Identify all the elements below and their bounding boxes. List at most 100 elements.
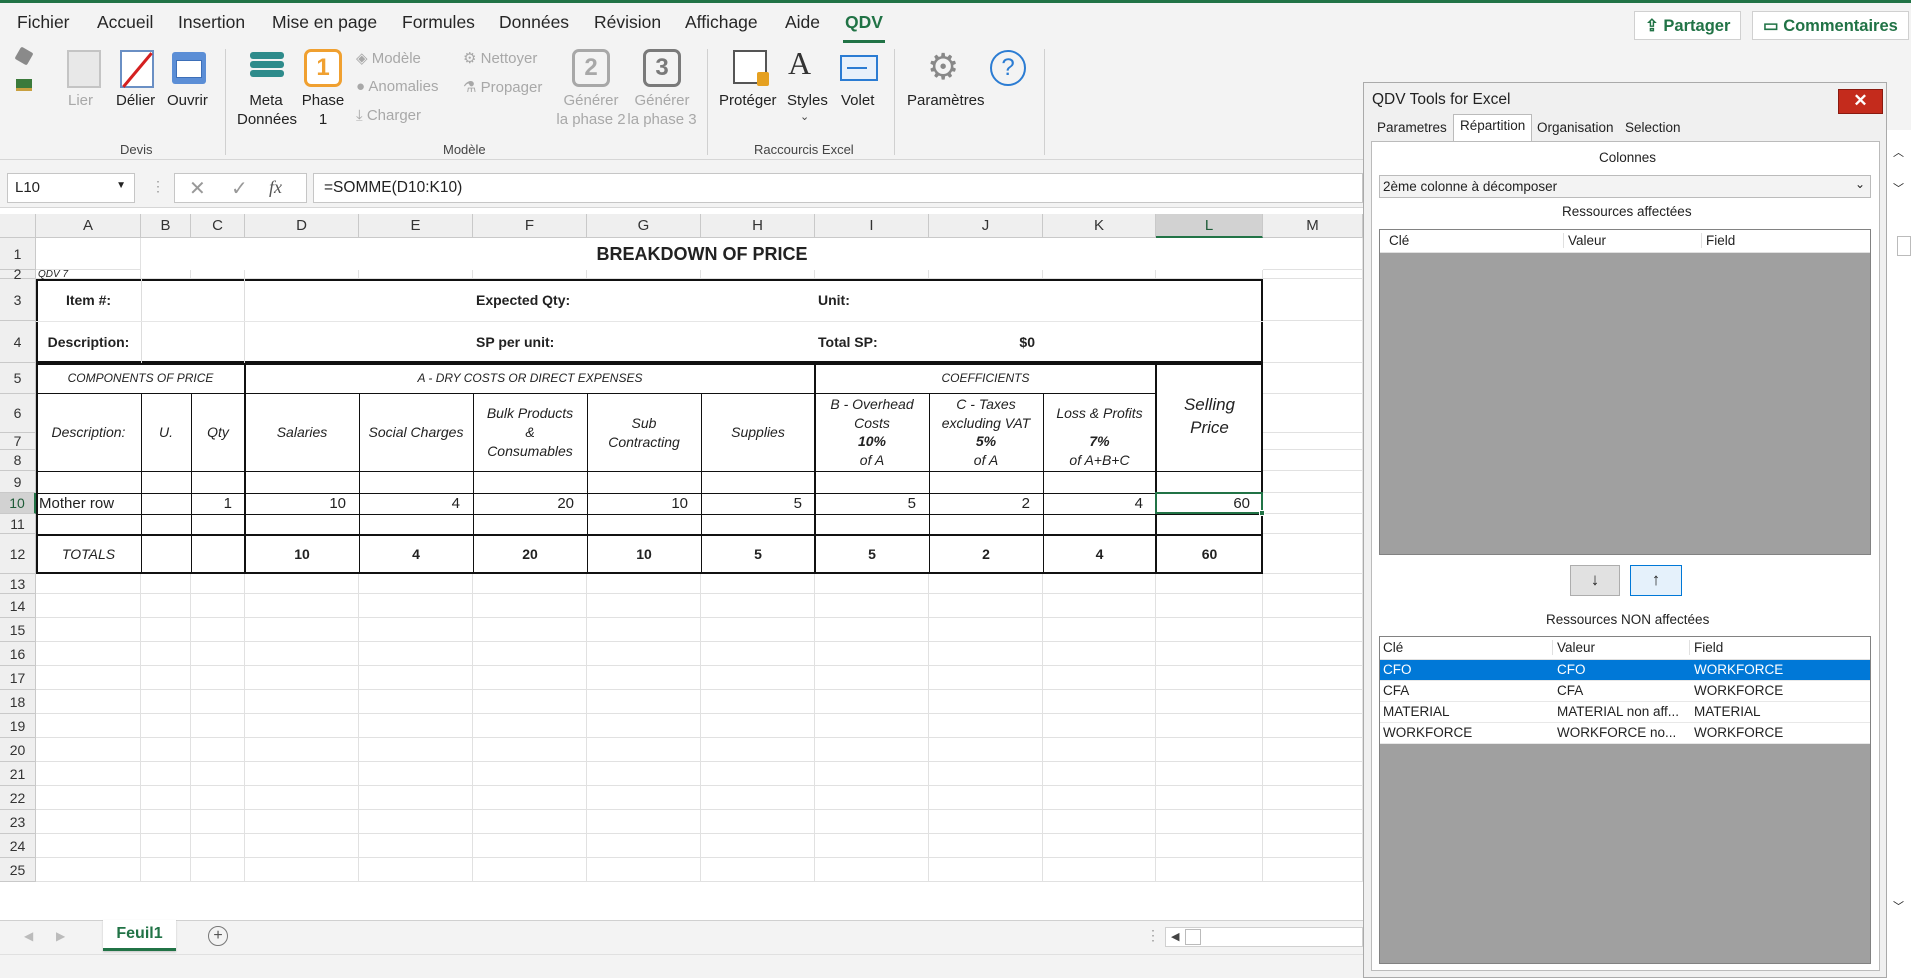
grid-cell[interactable] bbox=[1263, 786, 1363, 810]
select-all-corner[interactable] bbox=[0, 214, 36, 238]
grid-cell[interactable] bbox=[473, 810, 587, 834]
grid-cell[interactable] bbox=[587, 642, 701, 666]
grid-cell[interactable] bbox=[1263, 433, 1363, 450]
grid-cell[interactable] bbox=[141, 690, 191, 714]
scroll-down-icon[interactable]: ﹀ bbox=[1893, 898, 1904, 914]
generer-phase3-button[interactable]: Générer la phase 3 bbox=[626, 91, 698, 129]
grid-cell[interactable] bbox=[587, 270, 701, 279]
grid-cell[interactable] bbox=[1263, 574, 1363, 594]
grid-cell[interactable] bbox=[36, 238, 141, 270]
tab-selection[interactable]: Selection bbox=[1619, 117, 1687, 141]
grid-cell[interactable] bbox=[359, 618, 473, 642]
grid-cell[interactable] bbox=[1043, 666, 1156, 690]
grid-cell[interactable] bbox=[1156, 594, 1263, 618]
grid-cell[interactable] bbox=[36, 594, 141, 618]
grid-cell[interactable] bbox=[929, 858, 1043, 882]
grid-cell[interactable] bbox=[587, 594, 701, 618]
list-item[interactable]: CFO CFO WORKFORCE bbox=[1380, 660, 1870, 681]
grid-cell[interactable] bbox=[1263, 514, 1363, 534]
grid-cell[interactable] bbox=[36, 618, 141, 642]
help-icon[interactable]: ? bbox=[990, 50, 1026, 86]
grid-cell[interactable] bbox=[473, 618, 587, 642]
horizontal-scrollbar[interactable]: ◀ bbox=[1165, 927, 1363, 947]
grid-cell[interactable] bbox=[191, 714, 245, 738]
row-header-4[interactable]: 4 bbox=[0, 321, 36, 363]
grid-cell[interactable] bbox=[701, 714, 815, 738]
grid-cell[interactable] bbox=[141, 594, 191, 618]
grid-cell[interactable] bbox=[36, 714, 141, 738]
grid-cell[interactable] bbox=[191, 666, 245, 690]
grid-cell[interactable] bbox=[701, 666, 815, 690]
ressources-non-affectees-list[interactable]: Clé Valeur Field CFO CFO WORKFORCE CFA CFA WO… bbox=[1379, 636, 1871, 964]
grid-cell[interactable] bbox=[701, 834, 815, 858]
grid-cell[interactable] bbox=[473, 834, 587, 858]
grid-cell[interactable] bbox=[473, 574, 587, 594]
grid-cell[interactable] bbox=[245, 642, 359, 666]
cube-icon[interactable] bbox=[14, 46, 34, 66]
grid-cell[interactable] bbox=[815, 810, 929, 834]
grid-cell[interactable] bbox=[359, 270, 473, 279]
tab-parametres[interactable]: Parametres bbox=[1371, 117, 1453, 141]
grid-cell[interactable] bbox=[1043, 574, 1156, 594]
vertical-scrollbar[interactable]: ︿ ﹀ ﹀ bbox=[1887, 130, 1911, 926]
grid-cell[interactable] bbox=[1156, 270, 1263, 279]
grid-cell[interactable] bbox=[1043, 858, 1156, 882]
row-header-10[interactable]: 10 bbox=[0, 493, 36, 514]
lier-button[interactable]: Lier bbox=[68, 91, 93, 110]
row-header-6[interactable]: 6 bbox=[0, 394, 36, 433]
grid-cell[interactable] bbox=[929, 714, 1043, 738]
grid-cell[interactable] bbox=[1263, 279, 1363, 321]
row-header-3[interactable]: 3 bbox=[0, 279, 36, 321]
styles-button[interactable]: Styles bbox=[787, 91, 828, 110]
grid-cell[interactable] bbox=[1043, 714, 1156, 738]
grid-cell[interactable] bbox=[245, 714, 359, 738]
grid-cell[interactable] bbox=[141, 666, 191, 690]
grid-cell[interactable] bbox=[36, 642, 141, 666]
grid-cell[interactable] bbox=[359, 786, 473, 810]
row-header-18[interactable]: 18 bbox=[0, 690, 36, 714]
row-header-12[interactable]: 12 bbox=[0, 534, 36, 574]
ouvrir-button[interactable]: Ouvrir bbox=[167, 91, 208, 110]
column-header-b[interactable]: B bbox=[141, 214, 191, 238]
grid-cell[interactable] bbox=[587, 666, 701, 690]
grid-cell[interactable] bbox=[245, 762, 359, 786]
grid-cell[interactable] bbox=[701, 594, 815, 618]
grid-cell[interactable] bbox=[1156, 642, 1263, 666]
grid-cell[interactable] bbox=[815, 858, 929, 882]
column-header-m[interactable]: M bbox=[1263, 214, 1363, 238]
row-header-22[interactable]: 22 bbox=[0, 786, 36, 810]
grid-cell[interactable] bbox=[141, 834, 191, 858]
row-header-7[interactable]: 7 bbox=[0, 433, 36, 450]
grid-cell[interactable] bbox=[359, 762, 473, 786]
grid-cell[interactable] bbox=[701, 786, 815, 810]
grid-cell[interactable] bbox=[191, 738, 245, 762]
grid-cell[interactable] bbox=[245, 270, 359, 279]
grid-cell[interactable] bbox=[1263, 321, 1363, 363]
colonnes-dropdown[interactable]: 2ème colonne à décomposer ⌄ bbox=[1379, 175, 1871, 198]
grid-cell[interactable] bbox=[701, 690, 815, 714]
row-header-24[interactable]: 24 bbox=[0, 834, 36, 858]
grid-cell[interactable] bbox=[1156, 738, 1263, 762]
grid-cell[interactable] bbox=[191, 270, 245, 279]
grid-cell[interactable] bbox=[815, 690, 929, 714]
meta-donnees-button[interactable]: Meta Données bbox=[237, 91, 297, 129]
grid-cell[interactable] bbox=[141, 858, 191, 882]
column-header-c[interactable]: C bbox=[191, 214, 245, 238]
grid-cell[interactable] bbox=[587, 858, 701, 882]
grid-cell[interactable] bbox=[473, 642, 587, 666]
grid-cell[interactable] bbox=[473, 690, 587, 714]
grid-cell[interactable] bbox=[587, 618, 701, 642]
grid-cell[interactable] bbox=[815, 738, 929, 762]
grid-cell[interactable] bbox=[929, 762, 1043, 786]
row-header-19[interactable]: 19 bbox=[0, 714, 36, 738]
grid-cell[interactable] bbox=[245, 618, 359, 642]
grid-cell[interactable] bbox=[929, 270, 1043, 279]
grid-cell[interactable] bbox=[191, 858, 245, 882]
grid-cell[interactable] bbox=[359, 690, 473, 714]
header-cle[interactable]: Clé bbox=[1383, 640, 1403, 655]
grid-cell[interactable] bbox=[1156, 714, 1263, 738]
grid-cell[interactable] bbox=[815, 666, 929, 690]
grid-cell[interactable] bbox=[1263, 714, 1363, 738]
charger-button[interactable]: ⤓ Charger bbox=[356, 107, 421, 124]
move-down-button[interactable]: ↓ bbox=[1570, 565, 1620, 596]
